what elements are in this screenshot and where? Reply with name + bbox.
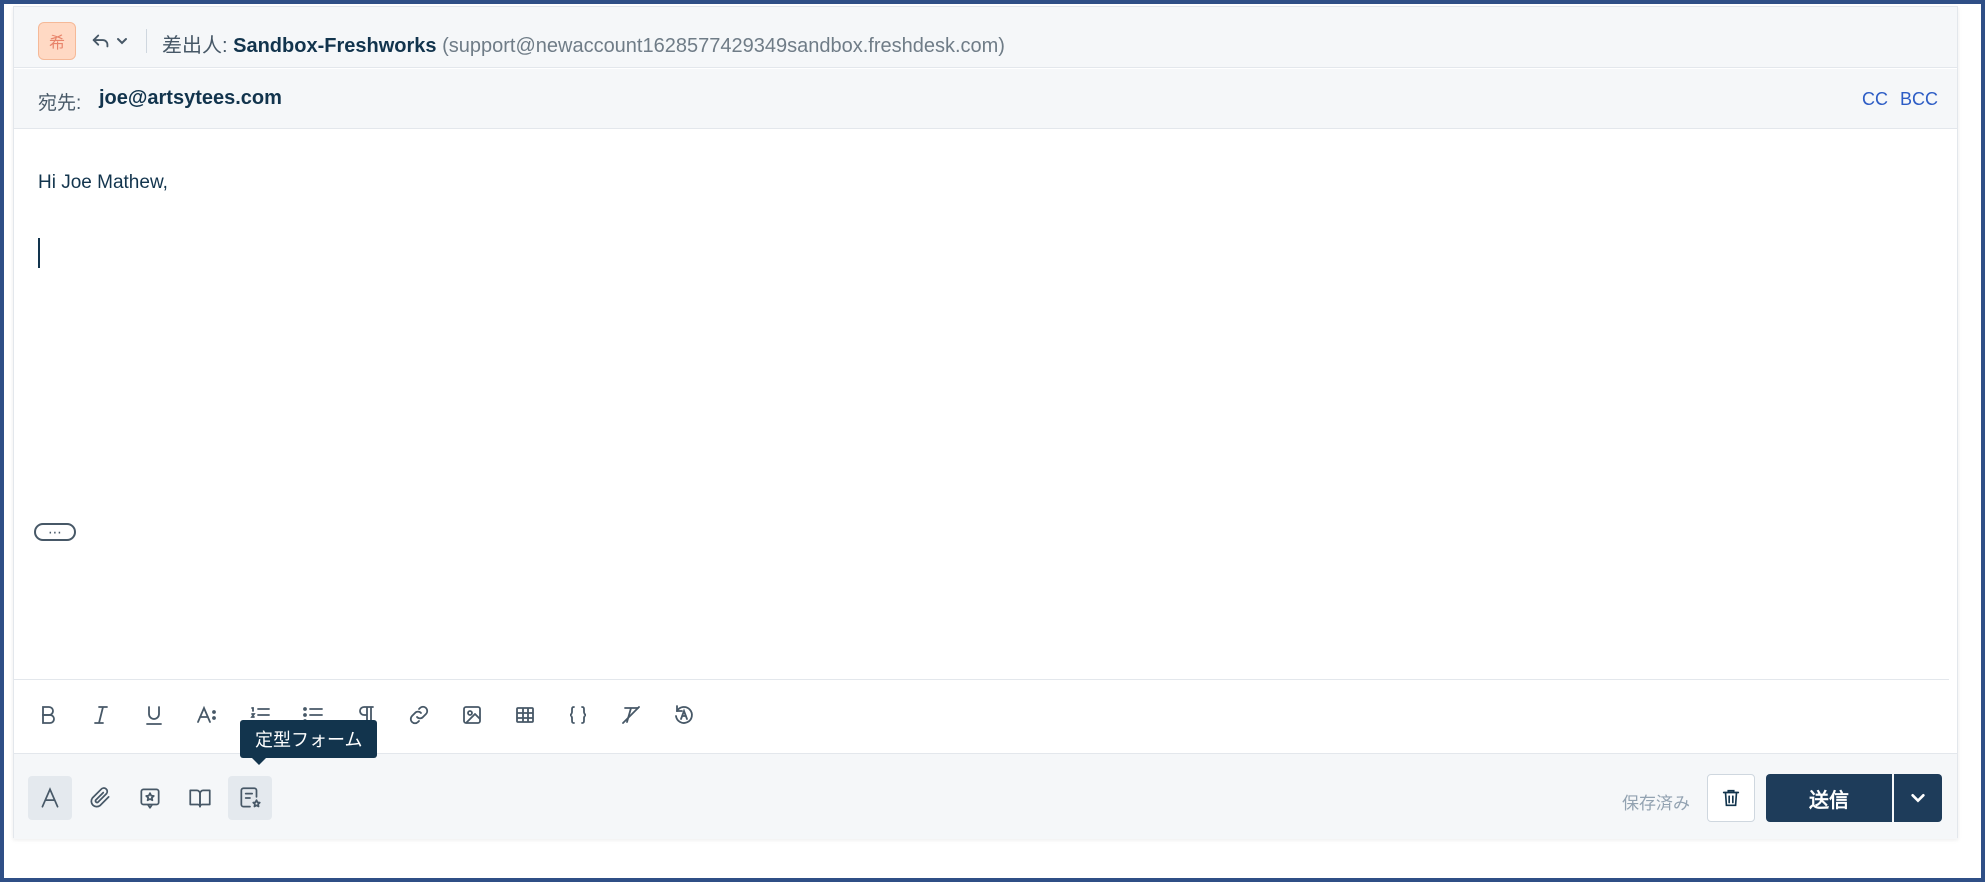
to-recipient[interactable]: joe@artsytees.com	[99, 87, 282, 110]
forms-tooltip: 定型フォーム	[240, 720, 378, 765]
link-button[interactable]	[402, 698, 436, 732]
italic-icon	[94, 706, 108, 724]
forms-button[interactable]	[228, 776, 272, 820]
from-field[interactable]: 差出人: Sandbox-Freshworks (support@newacco…	[162, 29, 1005, 58]
canned-response-icon	[140, 788, 160, 809]
draft-saved-status: 保存済み	[1622, 794, 1690, 813]
message-body[interactable]: Hi Joe Mathew,	[14, 130, 1957, 685]
paperclip-icon	[90, 787, 110, 808]
show-quoted-text-button[interactable]: ⋯	[34, 523, 76, 541]
divider	[146, 29, 147, 53]
form-template-icon	[240, 787, 261, 808]
italic-button[interactable]	[84, 698, 118, 732]
autocorrect-button[interactable]	[667, 698, 701, 732]
chevron-down-icon	[117, 38, 127, 45]
to-label: 宛先:	[38, 93, 82, 114]
tooltip-text: 定型フォーム	[255, 730, 363, 750]
bold-button[interactable]	[31, 698, 65, 732]
code-button[interactable]	[561, 698, 595, 732]
chevron-down-icon	[1911, 794, 1925, 803]
font-size-button[interactable]	[190, 698, 224, 732]
bold-icon	[42, 706, 55, 724]
bcc-link[interactable]: BCC	[1900, 89, 1938, 110]
font-size-icon	[197, 705, 216, 723]
autocorrect-icon	[675, 705, 693, 724]
avatar: 希	[38, 22, 76, 60]
trash-icon	[1722, 789, 1740, 807]
solutions-button[interactable]	[178, 776, 222, 820]
attach-file-button[interactable]	[78, 776, 122, 820]
send-button[interactable]: 送信	[1766, 774, 1892, 822]
action-bar: 保存済み 送信	[14, 753, 1957, 839]
clear-format-button[interactable]	[614, 698, 648, 732]
discard-draft-button[interactable]	[1707, 774, 1755, 822]
link-icon	[409, 705, 429, 725]
from-label: 差出人:	[162, 35, 228, 57]
to-row: 宛先: joe@artsytees.com CC BCC	[14, 69, 1957, 129]
reply-type-dropdown[interactable]	[90, 27, 136, 55]
ellipsis-icon: ⋯	[48, 524, 62, 540]
code-braces-icon	[569, 706, 587, 724]
from-name: Sandbox-Freshworks	[233, 35, 437, 57]
reply-editor: 希 差出人: Sandbox-Freshworks (support@newac…	[13, 6, 1958, 839]
from-email: (support@newaccount1628577429349sandbox.…	[442, 35, 1005, 57]
image-icon	[463, 706, 481, 724]
canned-response-button[interactable]	[128, 776, 172, 820]
insert-image-button[interactable]	[455, 698, 489, 732]
reply-icon	[92, 34, 109, 48]
avatar-initial: 希	[48, 35, 65, 52]
text-formatting-toggle[interactable]	[28, 776, 72, 820]
text-cursor	[38, 238, 40, 268]
underline-button[interactable]	[137, 698, 171, 732]
from-row: 希 差出人: Sandbox-Freshworks (support@newac…	[14, 7, 1957, 68]
insert-table-button[interactable]	[508, 698, 542, 732]
table-icon	[516, 707, 534, 723]
cc-link[interactable]: CC	[1862, 89, 1888, 110]
clear-format-icon	[622, 706, 640, 724]
text-format-icon	[41, 787, 59, 808]
send-options-dropdown[interactable]	[1894, 774, 1942, 822]
greeting-text: Hi Joe Mathew,	[38, 172, 168, 193]
book-open-icon	[189, 789, 211, 808]
underline-icon	[146, 706, 162, 725]
send-button-label: 送信	[1809, 789, 1849, 812]
